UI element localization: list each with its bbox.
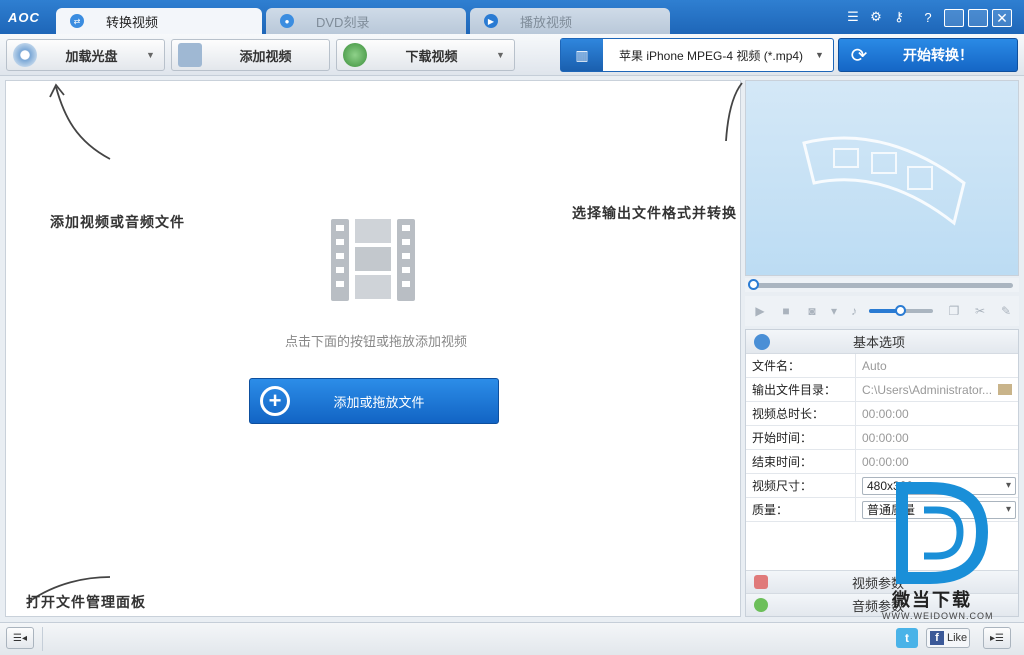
tab-play-video[interactable]: ▶ 播放视频 <box>470 8 670 34</box>
convert-icon: ⇄ <box>70 14 84 28</box>
speaker-icon <box>754 598 768 612</box>
filename-field[interactable]: Auto <box>856 354 1018 377</box>
prop-row-filename: 文件名： Auto <box>746 354 1018 378</box>
prop-row-output-dir: 输出文件目录： C:\Users\Administrator... <box>746 378 1018 402</box>
add-or-drop-files-label: 添加或拖放文件 <box>333 394 425 410</box>
end-time-field[interactable]: 00:00:00 <box>856 450 1018 473</box>
title-bar: AOC ⇄ 转换视频 ● DVD刻录 ▶ 播放视频 ☰ ⚙ ⚷ ? ✕ <box>0 0 1024 34</box>
file-panel-toggle-button[interactable]: ☰◂ <box>6 627 34 649</box>
seek-handle[interactable] <box>748 279 759 290</box>
tab-label: 播放视频 <box>520 14 573 30</box>
facebook-like-label: Like <box>947 632 968 644</box>
prop-key: 结束时间： <box>746 450 856 473</box>
plus-circle-icon: + <box>260 386 290 416</box>
start-convert-button[interactable]: ⟳ 开始转换！ <box>838 38 1018 72</box>
close-button[interactable]: ✕ <box>992 9 1012 27</box>
download-video-button[interactable]: 下载视频 ▼ <box>336 39 515 71</box>
preview-panel-toggle-button[interactable]: ▸☰ <box>983 627 1011 649</box>
chevron-down-icon[interactable]: ▾ <box>827 302 841 320</box>
twitter-icon[interactable]: t <box>896 628 918 648</box>
tab-dvd-burn[interactable]: ● DVD刻录 <box>266 8 466 34</box>
watermark: 微当下载 WWW.WEIDOWN.COM <box>880 480 1000 621</box>
maximize-button[interactable] <box>968 9 988 27</box>
disc-add-icon <box>13 43 37 67</box>
chevron-down-icon: ▼ <box>815 50 824 60</box>
annotation-open-panel: 打开文件管理面板 <box>26 594 146 610</box>
annotation-choose-format: 选择输出文件格式并转换 <box>572 205 737 221</box>
volume-slider[interactable] <box>869 305 933 316</box>
add-or-drop-files-button[interactable]: + 添加或拖放文件 <box>249 378 499 424</box>
start-convert-label: 开始转换！ <box>903 47 973 63</box>
folder-icon[interactable] <box>998 384 1012 395</box>
tab-label: 转换视频 <box>106 14 159 30</box>
video-preview <box>745 80 1019 276</box>
download-video-label: 下载视频 <box>405 48 458 64</box>
facebook-icon: f <box>930 631 944 645</box>
start-time-field[interactable]: 00:00:00 <box>856 426 1018 449</box>
load-disc-label: 加载光盘 <box>65 48 118 64</box>
camera-icon[interactable]: ◙ <box>801 302 823 320</box>
help-icon[interactable]: ? <box>919 8 937 26</box>
prop-key: 视频尺寸： <box>746 474 856 497</box>
prop-row-duration: 视频总时长： 00:00:00 <box>746 402 1018 426</box>
basic-options-header[interactable]: 基本选项 <box>746 330 1018 354</box>
add-video-button[interactable]: 添加视频 <box>171 39 330 71</box>
watermark-url: WWW.WEIDOWN.COM <box>882 611 994 621</box>
prop-key: 视频总时长： <box>746 402 856 425</box>
log-icon[interactable]: ☰ <box>844 8 862 26</box>
minimize-button[interactable] <box>944 9 964 27</box>
chevron-down-icon[interactable]: ▼ <box>496 50 510 60</box>
play-icon[interactable]: ▶ <box>749 302 771 320</box>
wrench-icon <box>754 333 770 350</box>
output-dir-value: C:\Users\Administrator... <box>862 382 993 397</box>
film-add-icon <box>178 43 202 67</box>
prop-row-end-time: 结束时间： 00:00:00 <box>746 450 1018 474</box>
tab-label: DVD刻录 <box>316 14 370 30</box>
scissors-icon[interactable]: ✂ <box>969 302 991 320</box>
arrow-annotation-icon <box>725 82 743 142</box>
watermark-logo-icon <box>896 482 989 584</box>
volume-icon[interactable]: ♪ <box>845 302 863 320</box>
app-logo: AOC <box>8 10 40 25</box>
tab-convert-video[interactable]: ⇄ 转换视频 <box>56 8 262 34</box>
seek-bar[interactable] <box>745 278 1019 292</box>
prop-key: 输出文件目录： <box>746 378 856 401</box>
wrench-icon[interactable]: ✎ <box>995 302 1017 320</box>
seek-track[interactable] <box>751 283 1013 288</box>
facebook-like-button[interactable]: f Like <box>926 628 970 648</box>
chevron-down-icon[interactable]: ▼ <box>146 50 160 60</box>
watermark-brand: 微当下载 <box>892 590 972 610</box>
prop-key: 开始时间： <box>746 426 856 449</box>
file-drop-area[interactable]: 添加视频或音频文件 选择输出文件格式并转换 点击下面的按钮或拖放添加视频 + 添… <box>5 80 743 617</box>
output-format-select[interactable]: ▥ 苹果 iPhone MPEG-4 视频 (*.mp4) ▼ <box>560 38 834 72</box>
output-dir-field[interactable]: C:\Users\Administrator... <box>856 378 1018 401</box>
stop-icon[interactable]: ■ <box>775 302 797 320</box>
format-icon: ▥ <box>561 39 603 71</box>
arrow-annotation-icon <box>49 83 111 160</box>
volume-handle[interactable] <box>895 305 906 316</box>
player-controls: ▶ ■ ◙ ▾ ♪ ❐ ✂ ✎ <box>745 296 1019 326</box>
annotation-add-files: 添加视频或音频文件 <box>50 214 185 230</box>
divider <box>42 627 43 651</box>
drop-hint: 点击下面的按钮或拖放添加视频 <box>284 334 467 349</box>
add-video-label: 添加视频 <box>239 48 292 64</box>
key-icon[interactable]: ⚷ <box>890 8 908 26</box>
basic-options-title: 基本选项 <box>852 335 905 350</box>
gear-icon[interactable]: ⚙ <box>867 8 885 26</box>
film-strip-icon <box>331 219 415 301</box>
prop-key: 质量： <box>746 498 856 521</box>
globe-download-icon <box>343 43 367 67</box>
refresh-icon: ⟳ <box>850 44 868 67</box>
output-format-label: 苹果 iPhone MPEG-4 视频 (*.mp4) <box>619 48 804 63</box>
copy-icon[interactable]: ❐ <box>943 302 965 320</box>
play-icon: ▶ <box>484 14 498 28</box>
film-reel-icon <box>802 136 966 226</box>
duration-value: 00:00:00 <box>862 406 909 421</box>
load-disc-button[interactable]: 加载光盘 ▼ <box>6 39 165 71</box>
disc-icon: ● <box>280 14 294 28</box>
prop-key: 文件名： <box>746 354 856 377</box>
film-icon <box>754 575 768 589</box>
prop-row-start-time: 开始时间： 00:00:00 <box>746 426 1018 450</box>
status-bar: ☰◂ t f Like ▸☰ <box>0 622 1024 655</box>
